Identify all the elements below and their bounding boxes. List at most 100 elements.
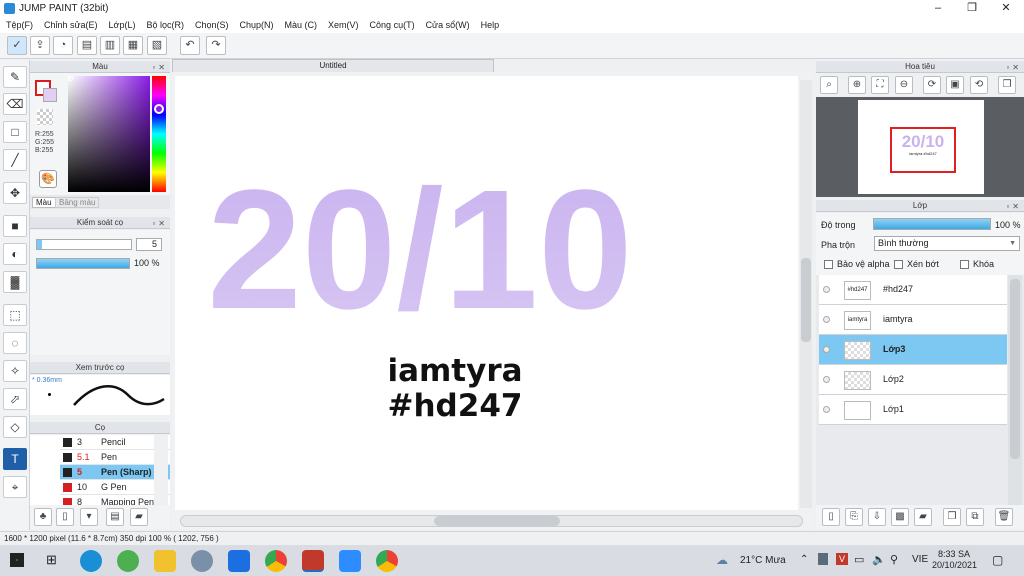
canvas[interactable]: 20/10 iamtyra #hd247 — [175, 76, 798, 510]
app-tool-icon[interactable] — [191, 550, 213, 572]
visibility-icon[interactable] — [823, 316, 830, 323]
brush-size-slider[interactable] — [36, 239, 132, 250]
layer-row[interactable]: Lớp2 — [819, 365, 1007, 395]
brush-opacity-slider[interactable] — [36, 258, 130, 269]
close-button[interactable]: ✕ — [989, 0, 1023, 17]
document-tab[interactable]: Untitled — [172, 59, 494, 73]
new-layer-copy-icon[interactable]: ⎘ — [845, 508, 863, 526]
language-indicator[interactable]: VIE — [912, 554, 928, 565]
zoom-out-icon[interactable]: ⊖ — [895, 76, 913, 94]
share-icon[interactable]: ⇪ — [30, 36, 50, 55]
menu-help[interactable]: Help — [475, 20, 505, 30]
message-icon[interactable]: ▤ — [77, 36, 97, 55]
rectangle-fill-icon[interactable]: ■ — [3, 215, 27, 237]
brush-menu-icon[interactable]: ▾ — [80, 508, 98, 526]
windows-start-icon[interactable] — [10, 553, 24, 567]
duplicate-layer-icon[interactable]: ❐ — [943, 508, 961, 526]
weather-icon[interactable]: ☁ — [716, 553, 728, 567]
new-brush-icon[interactable]: ▯ — [56, 508, 74, 526]
navigator-viewport[interactable]: 20/10 iamtyra #hd247 — [890, 127, 956, 173]
task-view-icon[interactable]: ⊞ — [46, 552, 57, 568]
brush-tool-icon[interactable]: ✎ — [3, 66, 27, 88]
settings-grid-icon[interactable]: ▧ — [147, 36, 167, 55]
minimize-button[interactable]: – — [921, 0, 955, 17]
flip-icon[interactable]: ▣ — [946, 76, 964, 94]
menu-select[interactable]: Chọn(S) — [189, 20, 234, 30]
gradient-tool-icon[interactable]: ▓ — [3, 271, 27, 293]
layer-screentone-icon[interactable]: ▩ — [891, 508, 909, 526]
rotate-icon[interactable]: ⟳ — [923, 76, 941, 94]
palette-icon[interactable]: 🎨 — [39, 170, 57, 188]
shape-tool-icon[interactable]: □ — [3, 121, 27, 143]
menu-filter[interactable]: Bộ lọc(R) — [140, 20, 189, 30]
tab-palette[interactable]: Bảng màu — [55, 197, 100, 208]
layer-opacity-slider[interactable] — [873, 218, 991, 230]
edge-icon[interactable] — [80, 550, 102, 572]
transparent-swatch[interactable] — [37, 109, 53, 125]
layer-folder-icon[interactable]: ▰ — [914, 508, 932, 526]
layer-row-selected[interactable]: Lớp3 — [819, 335, 1007, 365]
chrome-icon-2[interactable] — [376, 550, 398, 572]
rect-select-icon[interactable]: ⬚ — [3, 304, 27, 326]
menu-capture[interactable]: Chụp(N) — [234, 20, 279, 30]
menu-edit[interactable]: Chỉnh sửa(E) — [38, 20, 103, 30]
select-eraser-icon[interactable]: ◇ — [3, 416, 27, 438]
folder-icon[interactable]: ▰ — [130, 508, 148, 526]
menu-view[interactable]: Xem(V) — [322, 20, 364, 30]
panel-buttons-icon[interactable]: ▫✕ — [1006, 201, 1022, 213]
menu-window[interactable]: Cửa sổ(W) — [420, 20, 475, 30]
picker-cursor[interactable] — [68, 76, 73, 81]
eraser-tool-icon[interactable]: ⌫ — [3, 93, 27, 115]
vertical-scroll-thumb[interactable] — [801, 258, 811, 342]
visibility-icon[interactable] — [823, 406, 830, 413]
brush-size-value[interactable]: 5 — [136, 238, 162, 251]
menu-tools[interactable]: Công cụ(T) — [364, 20, 420, 30]
visibility-icon[interactable] — [823, 346, 830, 353]
layer-row[interactable]: #hd247 #hd247 — [819, 275, 1007, 305]
protect-alpha-checkbox[interactable] — [824, 260, 833, 269]
bucket-tool-icon[interactable]: ◐ — [3, 243, 27, 265]
hue-handle[interactable] — [154, 104, 164, 114]
line-tool-icon[interactable]: ╱ — [3, 149, 27, 171]
document-icon[interactable]: ▥ — [100, 36, 120, 55]
check-icon[interactable]: ✓ — [7, 36, 27, 55]
zoom-fit-icon[interactable]: ⌕ — [820, 76, 838, 94]
brush-list-scrollbar[interactable] — [154, 435, 168, 505]
layer-row[interactable]: Lớp1 — [819, 395, 1007, 425]
layer-list-scrollbar[interactable] — [1008, 275, 1022, 505]
magic-wand-icon[interactable]: ✧ — [3, 360, 27, 382]
panel-buttons-icon[interactable]: ▫✕ — [152, 218, 168, 230]
reset-view-icon[interactable]: ⟲ — [970, 76, 988, 94]
blend-mode-select[interactable]: Bình thường ▼ — [874, 236, 1020, 251]
tray-app-icon[interactable] — [818, 553, 828, 565]
new-layer-icon[interactable]: ▯ — [822, 508, 840, 526]
layer-row[interactable]: iamtyra iamtyra — [819, 305, 1007, 335]
secondary-color-swatch[interactable] — [43, 88, 57, 102]
lock-checkbox[interactable] — [960, 260, 969, 269]
layer-import-icon[interactable]: ⇩ — [868, 508, 886, 526]
brush-settings-icon[interactable]: ▤ — [106, 508, 124, 526]
export-icon[interactable]: ▦ — [123, 36, 143, 55]
jump-paint-icon[interactable] — [302, 550, 324, 572]
clock[interactable]: 8:33 SA 20/10/2021 — [932, 549, 977, 571]
hue-slider[interactable] — [152, 76, 166, 192]
visibility-icon[interactable] — [823, 376, 830, 383]
undo-button[interactable]: ↶ — [180, 36, 200, 55]
app-green-icon[interactable] — [117, 550, 139, 572]
copy-view-icon[interactable]: ❐ — [998, 76, 1016, 94]
visibility-icon[interactable] — [823, 286, 830, 293]
move-tool-icon[interactable]: ✥ — [3, 182, 27, 204]
menu-file[interactable]: Tệp(F) — [0, 20, 38, 30]
notifications-icon[interactable]: ▢ — [992, 553, 1003, 567]
chevron-up-icon[interactable]: ⌃ — [800, 554, 808, 565]
network-icon[interactable]: ⚲ — [890, 553, 898, 566]
brush-tree-icon[interactable]: ♣ — [34, 508, 52, 526]
zoom-in-icon[interactable]: ⊕ — [848, 76, 866, 94]
saturation-value-picker[interactable] — [68, 76, 150, 192]
comment-icon[interactable]: ◔ — [53, 36, 73, 55]
menu-layer[interactable]: Lớp(L) — [103, 20, 141, 30]
zoom-actual-icon[interactable]: ⛶ — [871, 76, 889, 94]
select-pen-icon[interactable]: ⬀ — [3, 388, 27, 410]
unikey-icon[interactable]: V — [836, 553, 848, 565]
file-explorer-icon[interactable] — [154, 550, 176, 572]
